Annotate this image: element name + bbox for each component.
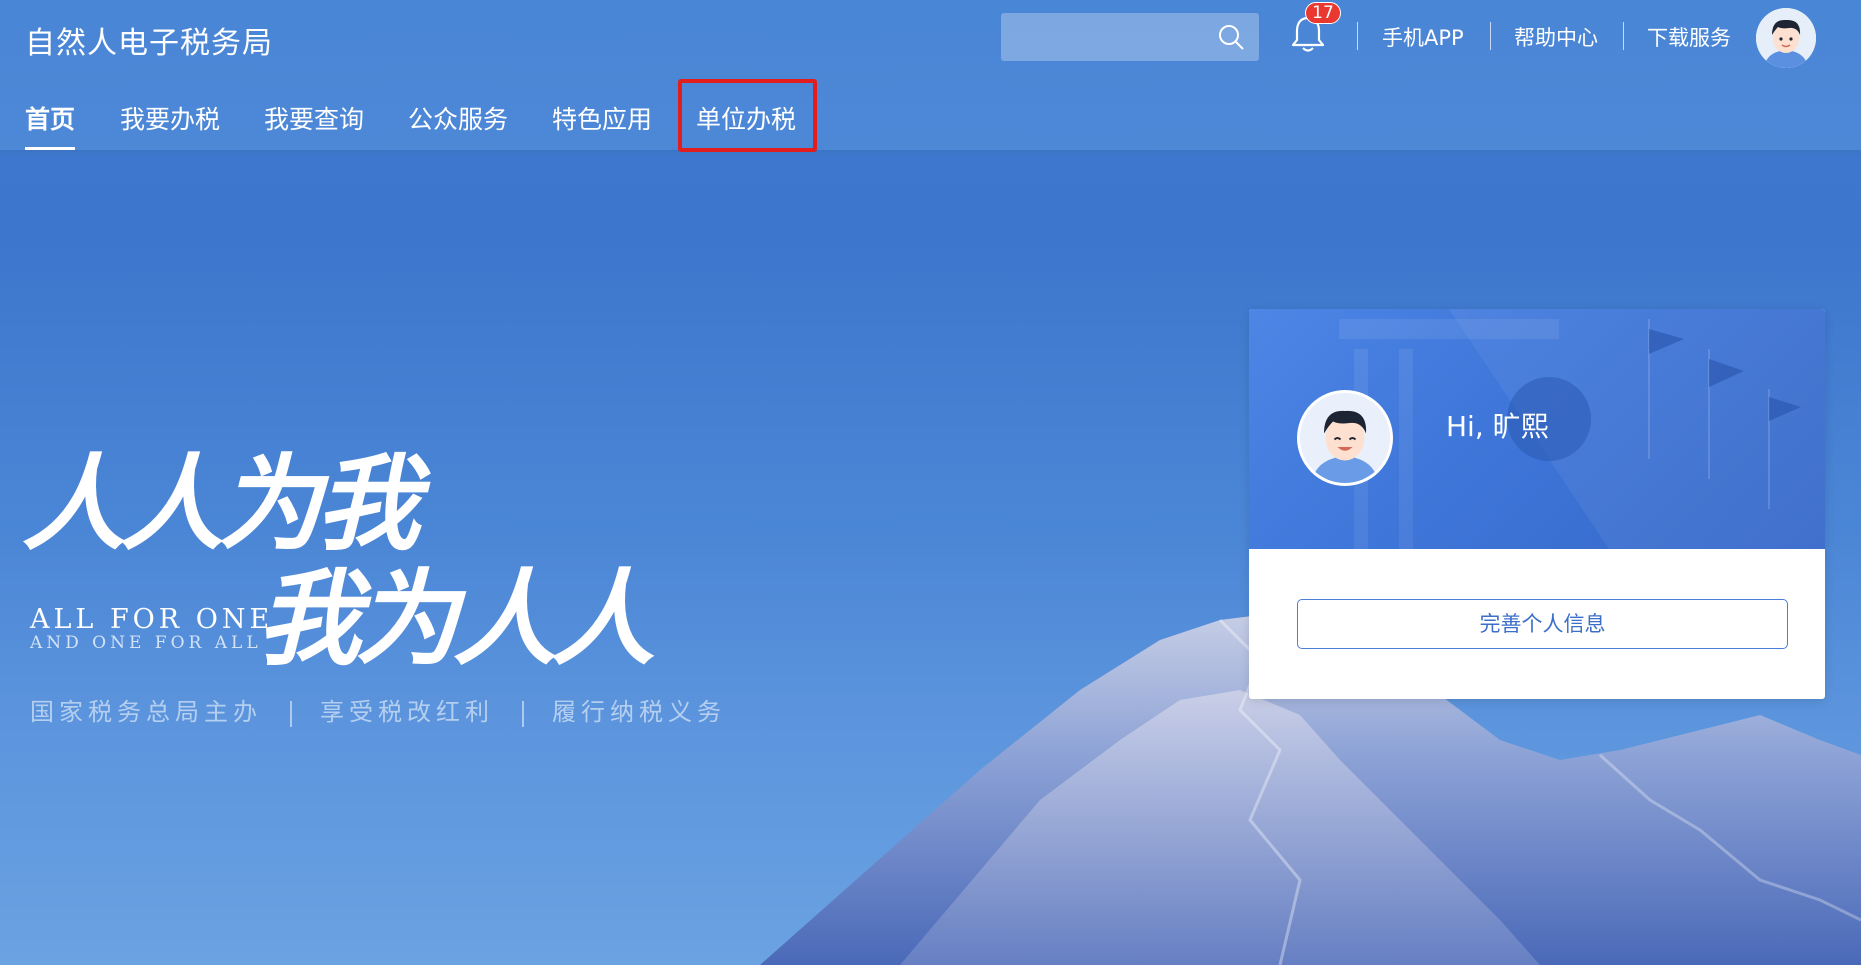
nav-query[interactable]: 我要查询 bbox=[264, 100, 364, 150]
divider bbox=[1623, 22, 1624, 50]
highlight-box bbox=[678, 79, 817, 152]
download-service-link[interactable]: 下载服务 bbox=[1647, 22, 1731, 52]
complete-profile-button[interactable]: 完善个人信息 bbox=[1297, 599, 1788, 649]
tagline-divider bbox=[290, 700, 292, 727]
top-header: 自然人电子税务局 17 手机APP 帮助中心 下载服务 首页 我要办税 我要查询… bbox=[0, 0, 1861, 150]
tagline-item: 履行纳税义务 bbox=[552, 698, 726, 726]
search-icon[interactable] bbox=[1217, 23, 1245, 51]
divider bbox=[1357, 22, 1358, 50]
svg-text:人人为我: 人人为我 bbox=[22, 442, 431, 565]
avatar-icon bbox=[1756, 8, 1816, 68]
nav-public-service[interactable]: 公众服务 bbox=[408, 100, 508, 150]
profile-card: Hi, 旷熙 完善个人信息 bbox=[1249, 309, 1825, 699]
nav-public-service-label: 公众服务 bbox=[408, 105, 509, 134]
profile-avatar[interactable] bbox=[1297, 390, 1393, 486]
nav-featured-apps[interactable]: 特色应用 bbox=[552, 100, 652, 150]
tagline: 国家税务总局主办 享受税改红利 履行纳税义务 bbox=[30, 692, 726, 727]
search-box[interactable] bbox=[1001, 13, 1259, 61]
tagline-divider bbox=[522, 700, 524, 727]
user-avatar[interactable] bbox=[1756, 8, 1816, 68]
slogan-english-line2: AND ONE FOR ALL bbox=[30, 633, 262, 653]
nav-tax-filing[interactable]: 我要办税 bbox=[120, 100, 220, 150]
slogan-english-line1: ALL FOR ONE bbox=[30, 604, 274, 635]
nav-query-label: 我要查询 bbox=[264, 105, 365, 134]
site-title[interactable]: 自然人电子税务局 bbox=[25, 18, 273, 62]
nav-home[interactable]: 首页 bbox=[25, 100, 76, 150]
search-input[interactable] bbox=[1001, 13, 1211, 61]
notification-badge: 17 bbox=[1305, 2, 1341, 24]
tagline-item: 国家税务总局主办 bbox=[30, 698, 262, 726]
svg-text:我为人人: 我为人人 bbox=[257, 557, 655, 670]
help-center-link[interactable]: 帮助中心 bbox=[1514, 22, 1598, 52]
active-tab-indicator bbox=[25, 147, 76, 150]
tagline-item: 享受税改红利 bbox=[320, 698, 494, 726]
divider bbox=[1490, 22, 1491, 50]
nav-tax-filing-label: 我要办税 bbox=[120, 105, 221, 134]
mobile-app-link[interactable]: 手机APP bbox=[1382, 22, 1464, 52]
nav-featured-apps-label: 特色应用 bbox=[552, 105, 653, 134]
greeting-text: Hi, 旷熙 bbox=[1446, 410, 1549, 443]
avatar-icon bbox=[1300, 393, 1390, 483]
nav-home-label: 首页 bbox=[25, 105, 76, 134]
